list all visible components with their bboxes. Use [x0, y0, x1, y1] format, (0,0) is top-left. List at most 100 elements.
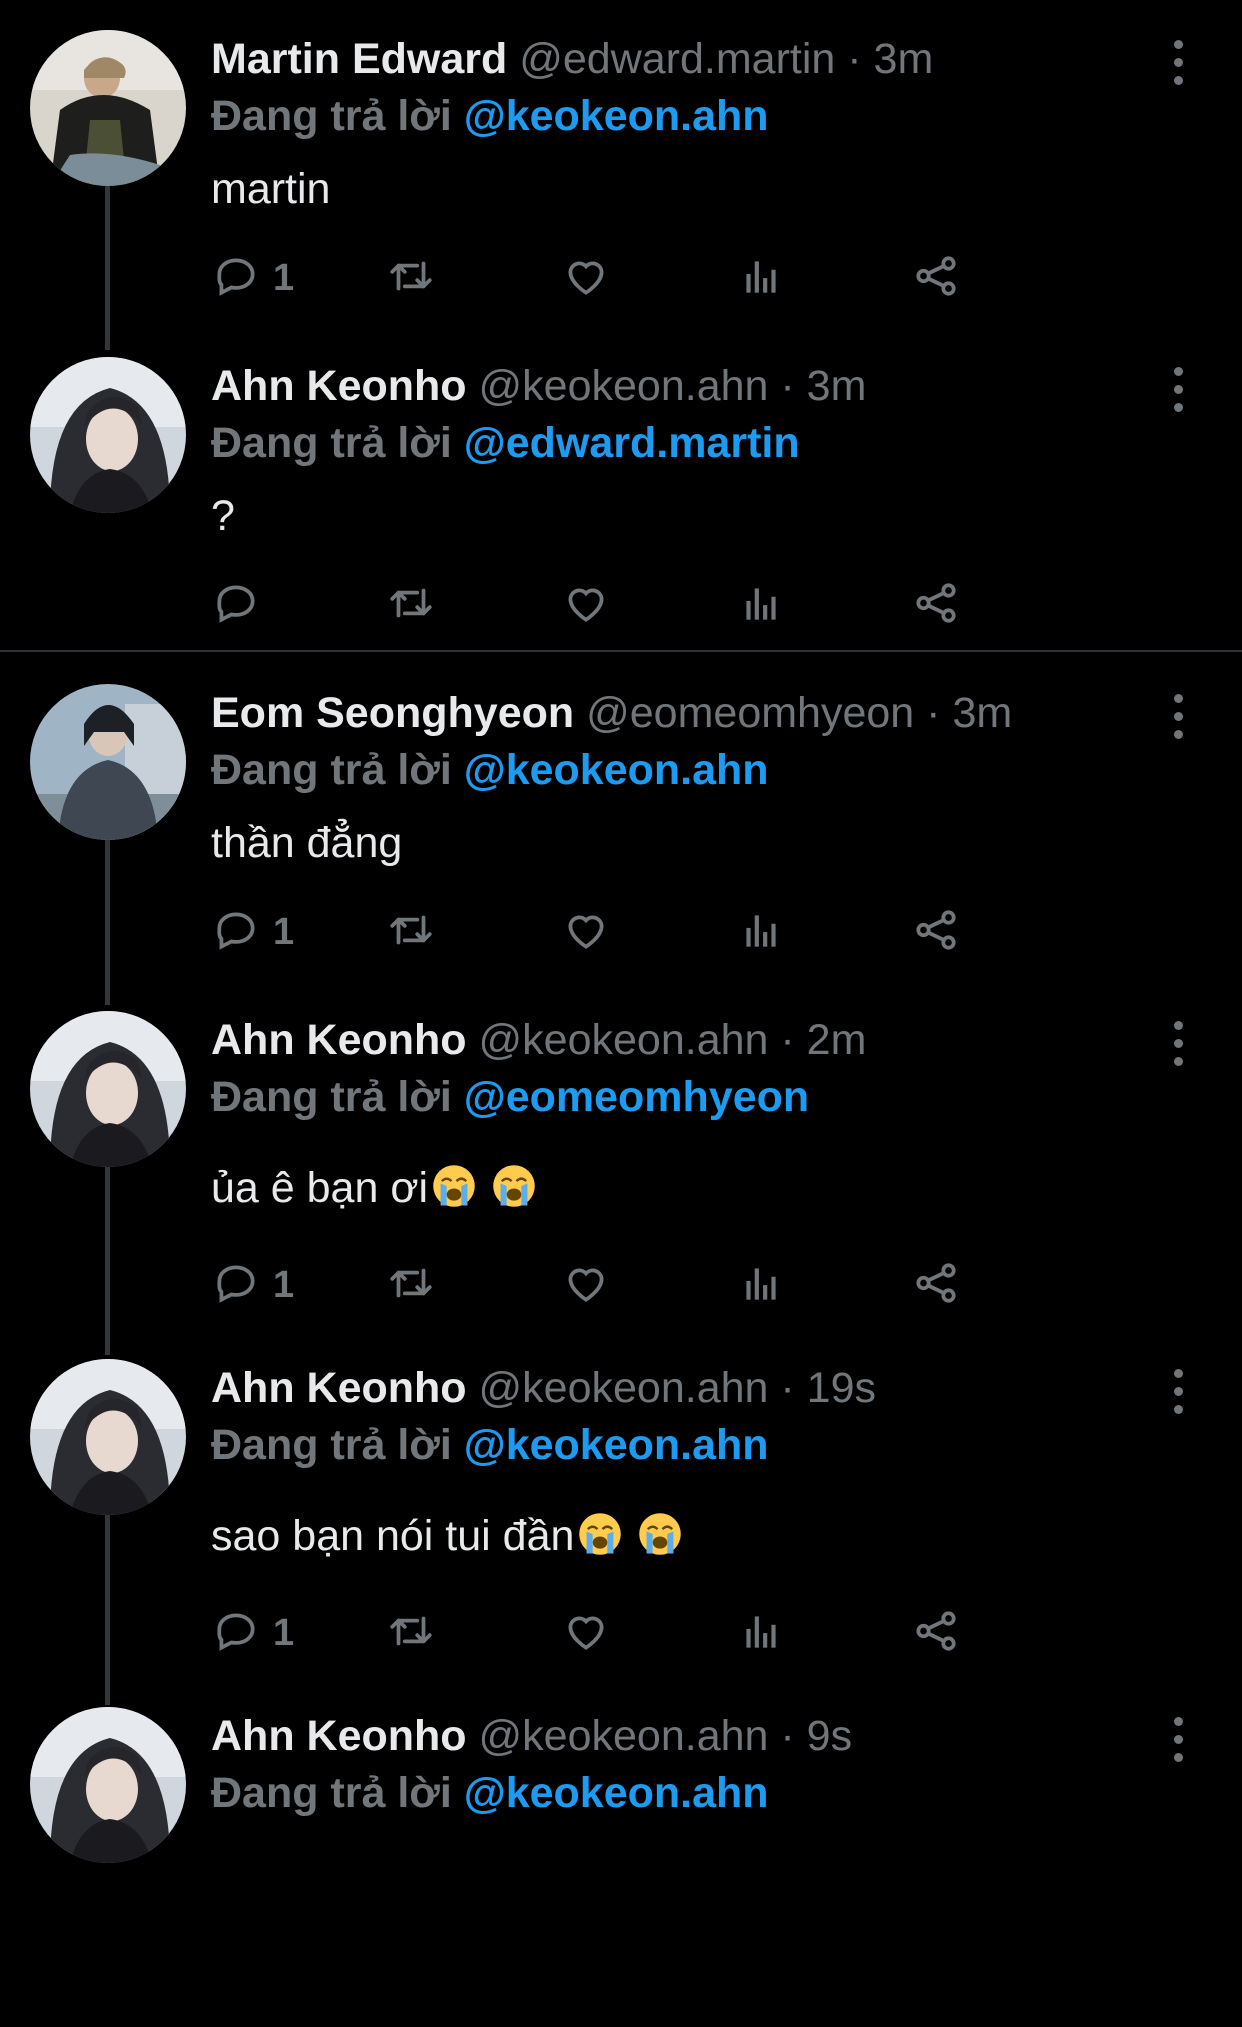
timestamp[interactable]: 3m	[807, 362, 867, 410]
mention-link[interactable]: @keokeon.ahn	[464, 1421, 769, 1469]
heart-icon	[561, 905, 611, 960]
heart-button[interactable]	[561, 1255, 611, 1315]
tweet[interactable]: Ahn Keonho @keokeon.ahn · 2m Đang trả lờ…	[0, 1011, 1242, 1331]
retweet-icon	[386, 251, 436, 306]
tweet[interactable]: Eom Seonghyeon @eomeomhyeon · 3m Đang tr…	[0, 684, 1242, 1004]
tweet-actions: 1	[211, 248, 1111, 308]
replying-to: Đang trả lời @eomeomhyeon	[211, 1068, 809, 1126]
timestamp[interactable]: 9s	[807, 1712, 852, 1760]
tweet-text: ?	[211, 487, 235, 545]
avatar[interactable]	[30, 684, 186, 840]
mention-link[interactable]: @keokeon.ahn	[464, 746, 769, 794]
views-button[interactable]	[736, 1603, 786, 1663]
replying-to-label: Đang trả lời	[211, 419, 452, 467]
reply-button[interactable]: 1	[211, 1255, 294, 1315]
avatar[interactable]	[30, 1011, 186, 1167]
tweet[interactable]: Ahn Keonho @keokeon.ahn · 3m Đang trả lờ…	[0, 357, 1242, 677]
more-options-icon[interactable]	[1164, 1715, 1194, 1765]
retweet-button[interactable]	[386, 575, 436, 635]
timestamp[interactable]: 3m	[874, 35, 934, 83]
retweet-button[interactable]	[386, 902, 436, 962]
user-handle[interactable]: @keokeon.ahn · 2m	[479, 1016, 867, 1064]
reply-count: 1	[273, 256, 295, 299]
heart-icon	[561, 1258, 611, 1313]
retweet-button[interactable]	[386, 1603, 436, 1663]
avatar[interactable]	[30, 1707, 186, 1863]
reply-icon	[211, 1606, 261, 1661]
user-handle[interactable]: @keokeon.ahn · 9s	[479, 1712, 853, 1760]
more-options-icon[interactable]	[1164, 365, 1194, 415]
tweet-text: thần đẳng	[211, 814, 402, 872]
share-button[interactable]	[911, 902, 961, 962]
tweet[interactable]: Ahn Keonho @keokeon.ahn · 19s Đang trả l…	[0, 1359, 1242, 1679]
retweet-button[interactable]	[386, 1255, 436, 1315]
mention-link[interactable]: @keokeon.ahn	[464, 92, 769, 140]
tweet-text: ủa ê bạn ơi	[211, 1159, 536, 1217]
display-name[interactable]: Ahn Keonho	[211, 362, 467, 410]
reply-button[interactable]: 1	[211, 1603, 294, 1663]
heart-icon	[561, 578, 611, 633]
tweet-text-content: sao bạn nói tui đần	[211, 1512, 575, 1560]
replying-to: Đang trả lời @keokeon.ahn	[211, 1416, 769, 1474]
retweet-icon	[386, 578, 436, 633]
retweet-icon	[386, 1258, 436, 1313]
more-options-icon[interactable]	[1164, 1367, 1194, 1417]
reply-button[interactable]	[211, 575, 273, 635]
views-button[interactable]	[736, 575, 786, 635]
heart-button[interactable]	[561, 575, 611, 635]
reply-count: 1	[273, 1263, 295, 1306]
share-icon	[911, 578, 961, 633]
share-button[interactable]	[911, 1603, 961, 1663]
views-button[interactable]	[736, 248, 786, 308]
share-button[interactable]	[911, 575, 961, 635]
user-handle[interactable]: @edward.martin · 3m	[519, 35, 933, 83]
user-handle[interactable]: @eomeomhyeon · 3m	[586, 689, 1012, 737]
mention-link[interactable]: @edward.martin	[464, 419, 800, 467]
share-button[interactable]	[911, 248, 961, 308]
display-name[interactable]: Ahn Keonho	[211, 1364, 467, 1412]
tweet-text: sao bạn nói tui đần	[211, 1507, 682, 1565]
more-options-icon[interactable]	[1164, 38, 1194, 88]
views-icon	[736, 905, 786, 960]
views-button[interactable]	[736, 902, 786, 962]
heart-button[interactable]	[561, 902, 611, 962]
share-icon	[911, 905, 961, 960]
loudly-crying-face-emoji	[639, 1513, 682, 1555]
user-handle[interactable]: @keokeon.ahn · 19s	[479, 1364, 876, 1412]
views-icon	[736, 578, 786, 633]
reply-button[interactable]: 1	[211, 248, 294, 308]
replying-to: Đang trả lời @keokeon.ahn	[211, 87, 769, 145]
tweet-text-content: ?	[211, 492, 235, 540]
mention-link[interactable]: @keokeon.ahn	[464, 1769, 769, 1817]
more-options-icon[interactable]	[1164, 1019, 1194, 1069]
display-name[interactable]: Martin Edward	[211, 35, 507, 83]
replying-to-label: Đang trả lời	[211, 92, 452, 140]
reply-button[interactable]: 1	[211, 902, 294, 962]
tweet-header: Ahn Keonho @keokeon.ahn · 9s	[211, 1707, 852, 1765]
avatar[interactable]	[30, 30, 186, 186]
replying-to-label: Đang trả lời	[211, 1073, 452, 1121]
retweet-button[interactable]	[386, 248, 436, 308]
views-icon	[736, 251, 786, 306]
loudly-crying-face-emoji	[579, 1513, 622, 1555]
display-name[interactable]: Ahn Keonho	[211, 1712, 467, 1760]
heart-button[interactable]	[561, 248, 611, 308]
tweet[interactable]: Ahn Keonho @keokeon.ahn · 9s Đang trả lờ…	[0, 1707, 1242, 2027]
more-options-icon[interactable]	[1164, 692, 1194, 742]
display-name[interactable]: Ahn Keonho	[211, 1016, 467, 1064]
timestamp[interactable]: 2m	[807, 1016, 867, 1064]
tweet[interactable]: Martin Edward @edward.martin · 3m Đang t…	[0, 30, 1242, 350]
timestamp[interactable]: 19s	[807, 1364, 876, 1412]
user-handle[interactable]: @keokeon.ahn · 3m	[479, 362, 867, 410]
views-button[interactable]	[736, 1255, 786, 1315]
heart-button[interactable]	[561, 1603, 611, 1663]
retweet-icon	[386, 1606, 436, 1661]
tweet-header: Ahn Keonho @keokeon.ahn · 3m	[211, 357, 866, 415]
timestamp[interactable]: 3m	[952, 689, 1012, 737]
share-button[interactable]	[911, 1255, 961, 1315]
replying-to: Đang trả lời @keokeon.ahn	[211, 741, 769, 799]
mention-link[interactable]: @eomeomhyeon	[464, 1073, 809, 1121]
avatar[interactable]	[30, 1359, 186, 1515]
avatar[interactable]	[30, 357, 186, 513]
display-name[interactable]: Eom Seonghyeon	[211, 689, 574, 737]
